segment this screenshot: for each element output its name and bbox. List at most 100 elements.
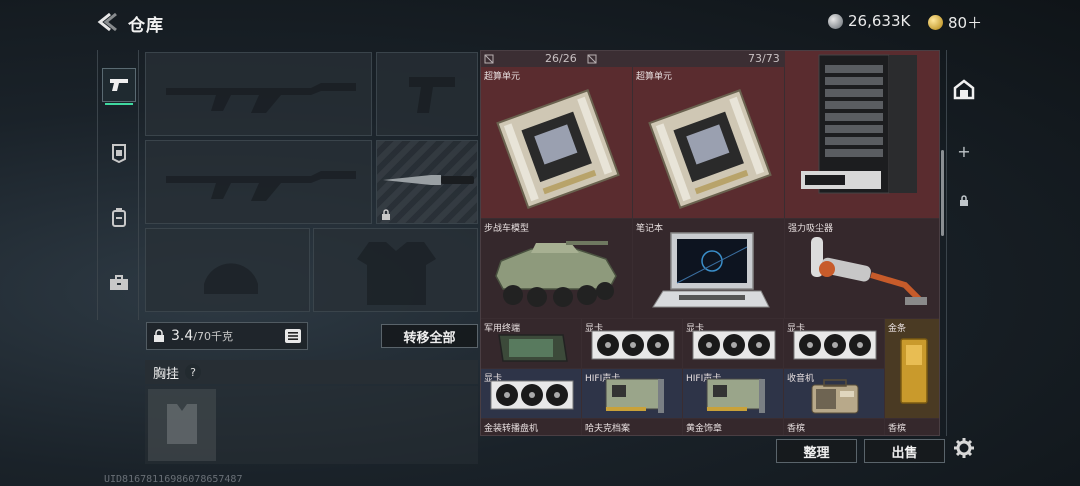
melee-slot[interactable] xyxy=(376,140,478,224)
uid-footer: UID816781169860786574​87 xyxy=(104,474,243,485)
rifle-silhouette-icon xyxy=(166,171,356,201)
storage-item[interactable]: HIFI声卡 xyxy=(582,369,683,419)
helmet-slot[interactable] xyxy=(145,228,310,312)
item-label: 超算单元 xyxy=(636,72,673,82)
chest-rig-header: 胸挂 ? xyxy=(145,360,478,384)
locked-storage-tab[interactable] xyxy=(947,184,981,218)
laptop-icon xyxy=(652,232,770,308)
chest-rig-label: 胸挂 xyxy=(153,366,180,382)
storage-item[interactable]: 显卡 xyxy=(582,319,683,369)
helmet-silhouette-icon xyxy=(204,263,258,294)
lock-icon xyxy=(960,195,968,206)
storage-grid: 26/26 73/73 超算单元 超算单元 步战车模型 笔记本 强力吸尘器 军用… xyxy=(480,50,940,436)
briefcase-icon xyxy=(110,275,128,290)
pistol-icon xyxy=(110,79,128,91)
sort-icon xyxy=(587,54,597,64)
warehouse-icon xyxy=(953,79,975,100)
top-bar: 仓库 26,633K 80＋ xyxy=(0,0,1080,44)
storage-item[interactable] xyxy=(785,51,939,219)
gold-bar-icon xyxy=(900,338,928,404)
storage-scrollbar[interactable] xyxy=(941,150,944,236)
item-label: 超算单元 xyxy=(484,72,521,82)
sidearm-slot[interactable] xyxy=(376,52,478,136)
armor-icon xyxy=(112,144,126,163)
secondary-weapon-slot[interactable] xyxy=(145,140,372,224)
body-armor-slot[interactable] xyxy=(313,228,478,312)
graphics-card-icon xyxy=(490,380,574,410)
page-title: 仓库 xyxy=(128,16,164,36)
silver-currency[interactable]: 26,633K xyxy=(828,12,910,30)
weight-lock-icon xyxy=(154,329,164,342)
item-label: 黄金饰章 xyxy=(686,424,723,434)
gold-coin-icon xyxy=(928,15,943,30)
body-armor-silhouette-icon xyxy=(357,242,436,305)
graphics-card-icon xyxy=(591,330,675,360)
help-icon[interactable]: ? xyxy=(185,364,202,380)
nav-weapons-tab[interactable] xyxy=(102,68,136,105)
graphics-card-icon xyxy=(692,330,776,360)
storage-item[interactable]: 强力吸尘器 xyxy=(785,219,939,319)
list-icon[interactable] xyxy=(285,329,301,343)
storage-item[interactable]: 步战车模型 xyxy=(481,219,633,319)
organize-button[interactable]: 整理 xyxy=(776,439,857,463)
back-arrow-icon[interactable] xyxy=(96,12,118,32)
chest-rig-silhouette-icon xyxy=(167,404,197,444)
item-label: 金条 xyxy=(888,324,907,334)
sound-card-icon xyxy=(605,378,664,413)
military-terminal-icon xyxy=(498,334,568,362)
storage-item[interactable]: 金条 xyxy=(885,319,939,419)
storage-item[interactable]: 黄金饰章 xyxy=(683,419,784,435)
storage-counter-right: 73/73 xyxy=(748,52,780,65)
item-label: 金装转播盘机 xyxy=(484,424,539,434)
nav-armor-tab[interactable] xyxy=(102,136,136,170)
primary-weapon-slot[interactable] xyxy=(145,52,372,136)
sound-card-icon xyxy=(706,378,765,413)
transfer-all-button[interactable]: 转移全部 xyxy=(381,324,478,348)
silver-coin-icon xyxy=(828,13,843,29)
weight-current: 3.4 xyxy=(171,328,194,344)
storage-item[interactable]: 香槟 xyxy=(784,419,885,435)
backpack-icon xyxy=(112,208,126,227)
radio-icon xyxy=(811,379,859,414)
storage-item[interactable]: 显卡 xyxy=(784,319,885,369)
nav-case-tab[interactable] xyxy=(102,266,136,300)
warehouse-tab[interactable] xyxy=(947,72,981,106)
storage-item[interactable]: 笔记本 xyxy=(633,219,785,319)
storage-item[interactable]: 香槟 xyxy=(885,419,939,435)
nav-backpack-tab[interactable] xyxy=(102,200,136,234)
storage-item[interactable]: 超算单元 xyxy=(481,67,633,219)
graphics-card-icon xyxy=(793,330,877,360)
gear-icon[interactable] xyxy=(953,437,975,459)
storage-item[interactable]: 军用终端 xyxy=(481,319,582,369)
storage-counter-left: 26/26 xyxy=(545,52,577,65)
armored-vehicle-model-icon xyxy=(495,241,617,307)
storage-item[interactable]: 金装转播盘机 xyxy=(481,419,582,435)
gold-amount: 80＋ xyxy=(948,14,983,32)
storage-item[interactable]: 收音机 xyxy=(784,369,885,419)
left-nav-rail xyxy=(97,50,139,320)
plus-icon: + xyxy=(957,141,971,161)
storage-item[interactable]: 显卡 xyxy=(481,369,582,419)
server-board-icon xyxy=(648,89,772,209)
server-board-icon xyxy=(496,89,620,209)
sort-icon xyxy=(484,54,494,64)
knife-icon xyxy=(383,175,474,185)
pistol-silhouette-icon xyxy=(409,77,455,113)
server-rack-icon xyxy=(801,54,917,194)
storage-item[interactable]: 哈夫克档案 xyxy=(582,419,683,435)
add-storage-button[interactable]: + xyxy=(947,134,981,168)
gold-currency[interactable]: 80＋ xyxy=(928,12,982,33)
rifle-silhouette-icon xyxy=(166,83,356,113)
lock-icon xyxy=(382,209,390,220)
item-label: 哈夫克档案 xyxy=(585,424,631,434)
sell-button[interactable]: 出售 xyxy=(864,439,945,463)
storage-item[interactable]: 显卡 xyxy=(683,319,784,369)
right-rail: + xyxy=(946,50,980,436)
vacuum-cleaner-icon xyxy=(811,237,927,306)
storage-item[interactable]: HIFI声卡 xyxy=(683,369,784,419)
weight-indicator: 3.4 /70千克 xyxy=(146,322,308,350)
storage-item[interactable]: 超算单元 xyxy=(633,67,785,219)
chest-rig-slot[interactable] xyxy=(148,389,216,461)
silver-amount: 26,633K xyxy=(848,12,911,30)
weight-max: /70千克 xyxy=(193,330,233,343)
